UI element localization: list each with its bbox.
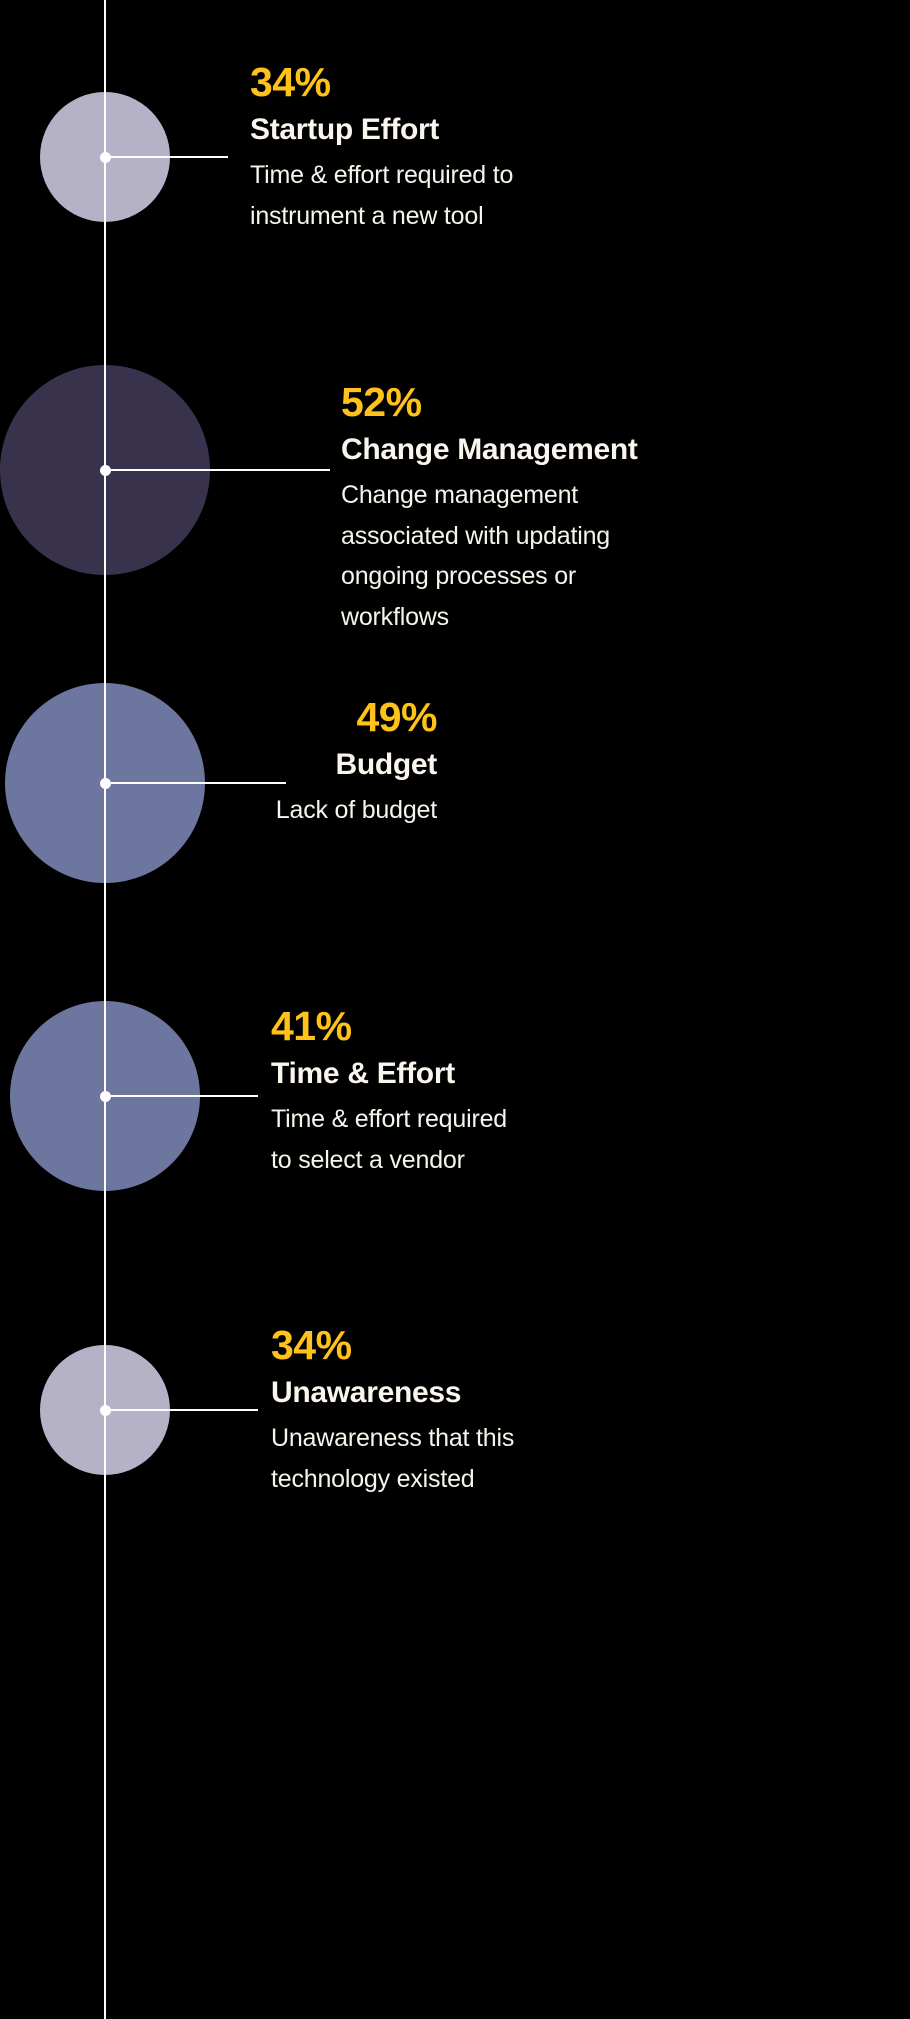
timeline-node-dot [99, 151, 111, 163]
stat-title: Unawareness [271, 1376, 462, 1409]
stat-description-line: Unawareness that this [271, 1424, 515, 1453]
timeline-node-dot [99, 1090, 111, 1102]
stat-title: Startup Effort [250, 113, 440, 146]
timeline-text-block: 41% Time & Effort Time & effort required to… [271, 1006, 507, 1180]
stat-title: Budget [335, 748, 437, 781]
timeline-connector [111, 156, 228, 158]
timeline-text-block: 34% Startup Effort Time & effort required … [250, 62, 513, 236]
timeline-node-dot [99, 1404, 111, 1416]
stat-title: Time & Effort [271, 1057, 455, 1090]
stat-description: Change management associated with updatin… [341, 475, 638, 637]
stat-description-line: to select a vendor [271, 1145, 465, 1174]
stat-percentage: 41% [271, 1003, 352, 1049]
stat-description-line: instrument a new tool [250, 201, 484, 230]
stat-description: Time & effort required to instrument a ne… [250, 155, 513, 236]
stat-description-line: Time & effort required [271, 1105, 507, 1134]
stat-percentage: 52% [341, 379, 422, 425]
stat-percentage: 34% [250, 59, 331, 105]
timeline-infographic: 34% Startup Effort Time & effort required … [0, 0, 910, 2019]
stat-description-line: workflows [341, 602, 449, 631]
stat-title: Change Management [341, 433, 638, 466]
stat-description-line: associated with updating [341, 521, 610, 550]
stat-percentage: 34% [271, 1322, 352, 1368]
stat-description-line: Lack of budget [275, 796, 437, 825]
timeline-text-block: 52% Change Management Change management ass… [341, 382, 638, 637]
stat-description-line: Change management [341, 481, 579, 510]
stat-description: Unawareness that this technology existed [271, 1418, 514, 1499]
stat-description: Lack of budget [0, 790, 437, 831]
timeline-connector [111, 1095, 258, 1097]
timeline-connector [111, 1409, 258, 1411]
timeline-text-block: 34% Unawareness Unawareness that this techn… [271, 1325, 514, 1499]
timeline-connector [111, 469, 330, 471]
timeline-text-block: 49% Budget Lack of budget [0, 694, 438, 831]
timeline-spine [104, 0, 106, 2019]
stat-description: Time & effort required to select a vendor [271, 1099, 507, 1180]
stat-description-line: ongoing processes or [341, 562, 577, 591]
stat-description-line: Time & effort required to [250, 161, 514, 190]
stat-description-line: technology existed [271, 1464, 475, 1493]
timeline-node-dot [99, 464, 111, 476]
stat-percentage: 49% [356, 694, 437, 740]
